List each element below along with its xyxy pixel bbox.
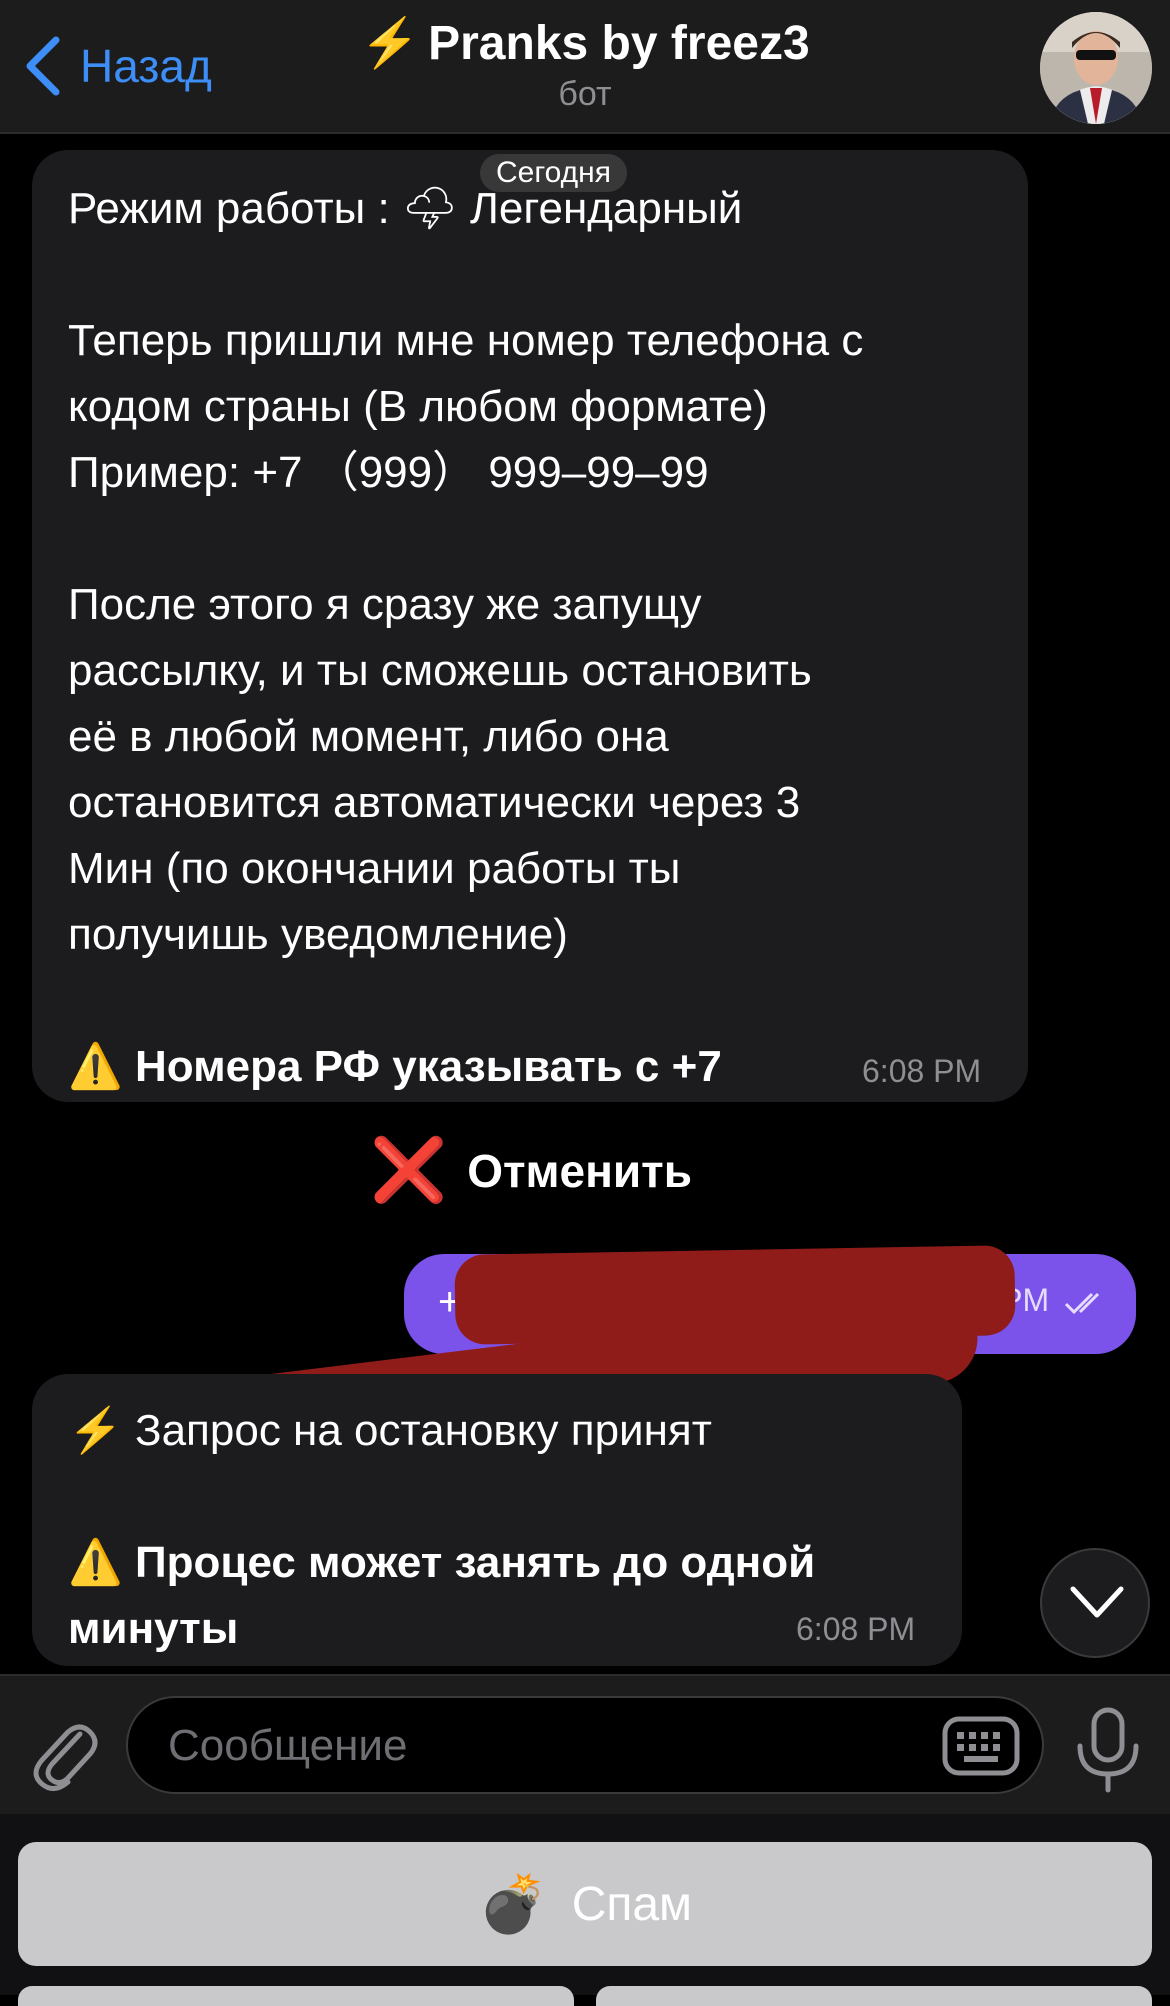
scroll-to-bottom-button[interactable] (1040, 1548, 1150, 1658)
message-time: 6:08 PM (862, 1053, 982, 1089)
keyboard-button-partial[interactable] (596, 1986, 1152, 2006)
chat-title-text: Pranks by freez3 (428, 17, 810, 70)
chat-title-block[interactable]: ⚡️ Pranks by freez3 бот (250, 14, 920, 114)
chevron-left-icon (26, 36, 60, 96)
back-label: Назад (80, 40, 212, 92)
message-line (68, 506, 992, 572)
chat-title: ⚡️ Pranks by freez3 (250, 14, 920, 74)
message-line: рассылку, и ты сможешь остановить (68, 646, 812, 695)
message-line-empty (68, 1464, 926, 1530)
bomb-icon: 💣 (477, 1872, 548, 1935)
message-composer (0, 1674, 1170, 1816)
chat-subtitle: бот (558, 75, 612, 113)
lightning-icon: ⚡️ (360, 17, 421, 70)
chevron-down-icon (1070, 1586, 1124, 1618)
double-check-icon (1064, 1292, 1100, 1314)
message-time: 6:08 PM (796, 1611, 916, 1647)
message-line (68, 968, 992, 1034)
message-warning: ⚠️ Номера РФ указывать с +7 (68, 1042, 722, 1091)
message-line: ⚡️ Запрос на остановку принят (68, 1406, 712, 1455)
spam-label: Спам (571, 1877, 693, 1931)
keyboard-button-partial[interactable] (18, 1986, 574, 2006)
message-field[interactable] (126, 1696, 1044, 1794)
message-body: Режим работы : 🌩 Легендарный Теперь пришл… (68, 176, 992, 1034)
bot-message-stop: ⚡️ Запрос на остановку принят ⚠️ Процес … (32, 1374, 962, 1666)
message-line: остановится автоматически через 3 (68, 778, 801, 827)
message-line: После этого я сразу же запущу (68, 580, 702, 629)
message-input[interactable] (166, 1698, 950, 1794)
date-separator: Сегодня (480, 154, 627, 192)
cancel-inline-button[interactable]: ❌ Отменить (370, 1134, 692, 1207)
chat-header: Назад ⚡️ Pranks by freez3 бот (0, 0, 1170, 134)
back-button[interactable]: Назад (22, 28, 212, 104)
avatar-image (1040, 12, 1152, 124)
reply-keyboard: 💣 Спам (0, 1814, 1170, 2006)
bot-message-instructions: Режим работы : 🌩 Легендарный Теперь пришл… (32, 150, 1028, 1102)
message-warning: ⚠️ Процес может занять до одной (68, 1538, 816, 1587)
message-line: Теперь пришли мне номер телефона с (68, 316, 864, 365)
message-line (68, 242, 992, 308)
avatar[interactable] (1040, 12, 1152, 124)
message-list[interactable]: Режим работы : 🌩 Легендарный Теперь пришл… (0, 134, 1170, 1674)
spam-button[interactable]: 💣 Спам (18, 1842, 1152, 1966)
paperclip-icon[interactable] (28, 1712, 100, 1792)
message-line: Пример: +7 （999） 999–99–99 (68, 448, 709, 497)
cross-icon: ❌ (370, 1136, 448, 1205)
message-line: Мин (по окончании работы ты (68, 844, 681, 893)
keyboard-icon[interactable] (942, 1716, 1020, 1776)
microphone-icon[interactable] (1070, 1706, 1146, 1794)
message-line: кодом страны (В любом формате) (68, 382, 768, 431)
message-line: получишь уведомление) (68, 910, 568, 959)
message-line: её в любой момент, либо она (68, 712, 669, 761)
cancel-label: Отменить (467, 1144, 692, 1197)
